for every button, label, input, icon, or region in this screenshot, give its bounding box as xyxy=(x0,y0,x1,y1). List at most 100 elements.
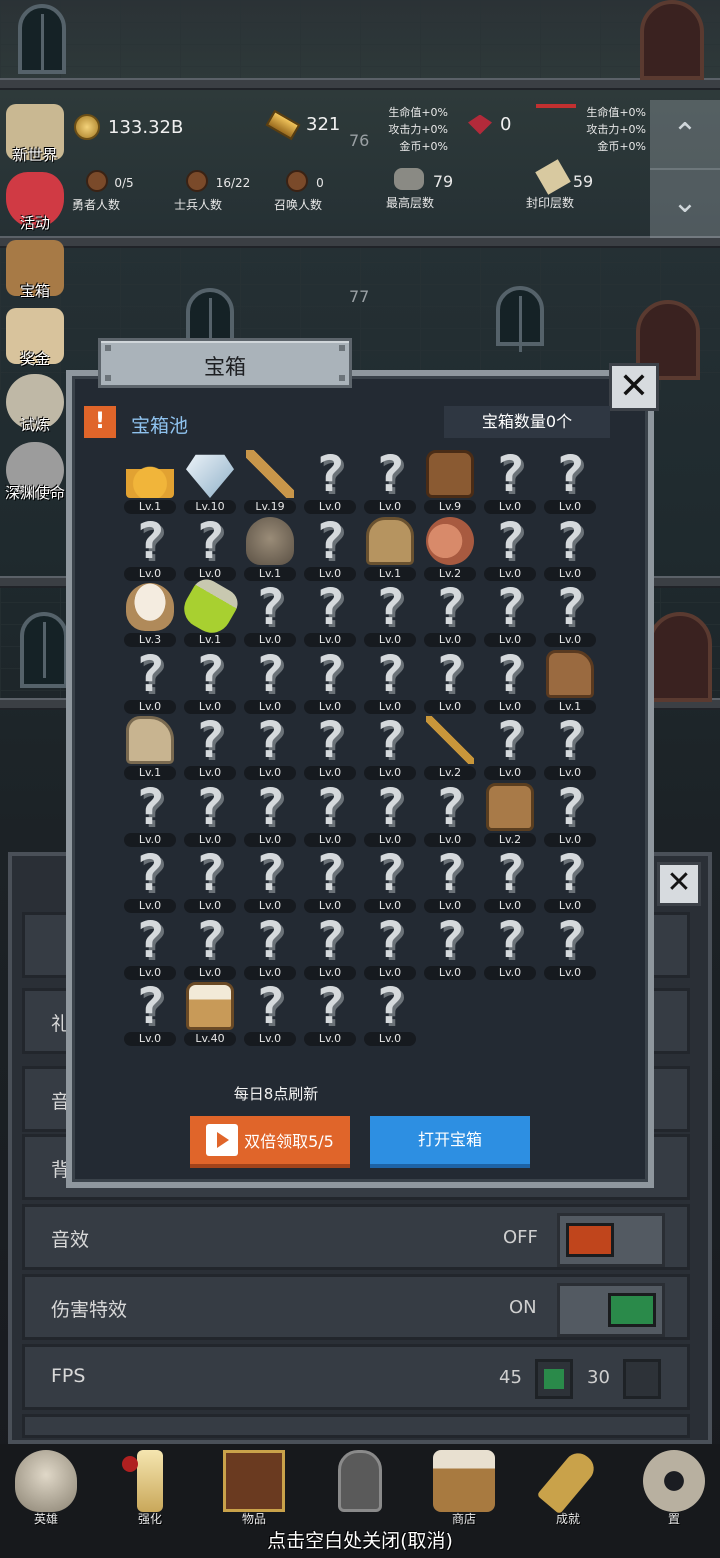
chest-item-slot[interactable]: ? Lv.0 xyxy=(480,449,540,516)
chest-item-slot[interactable]: ? Lv.0 xyxy=(180,848,240,915)
double-claim-button[interactable]: 双倍领取5/5 xyxy=(190,1116,350,1168)
chest-item-slot[interactable]: ? Lv.0 xyxy=(180,782,240,849)
scroll-down-button[interactable]: ⌄ xyxy=(650,168,720,238)
chest-item-slot[interactable]: ? Lv.0 xyxy=(120,915,180,982)
chest-item-slot[interactable]: ? Lv.0 xyxy=(240,915,300,982)
chest-item-slot[interactable]: Lv.1 xyxy=(120,716,180,782)
nav-shop[interactable]: 商店 xyxy=(424,1450,504,1527)
chest-item-slot[interactable]: ? Lv.0 xyxy=(300,848,360,915)
chest-item-slot[interactable]: Lv.2 xyxy=(480,782,540,849)
item-level-label: Lv.0 xyxy=(484,965,536,980)
unknown-icon: ? xyxy=(134,644,166,703)
chest-item-slot[interactable]: ? Lv.0 xyxy=(240,981,300,1048)
chest-item-slot[interactable]: ? Lv.0 xyxy=(420,782,480,849)
chest-item-slot[interactable]: ? Lv.0 xyxy=(300,782,360,849)
unknown-icon: ? xyxy=(494,711,526,769)
side-item-chest[interactable]: 宝箱 xyxy=(0,240,70,301)
nav-achievements[interactable]: 成就 xyxy=(528,1447,608,1527)
chest-item-slot[interactable]: ? Lv.0 xyxy=(360,582,420,649)
hero-count-label: 勇者人数 xyxy=(71,198,120,212)
chest-item-slot[interactable]: Lv.9 xyxy=(420,450,480,516)
fps-option-45[interactable] xyxy=(535,1359,573,1399)
chest-item-slot[interactable]: ? Lv.0 xyxy=(540,915,600,982)
chest-item-slot[interactable]: ? Lv.0 xyxy=(120,516,180,583)
settings-close-button[interactable]: ✕ xyxy=(657,862,701,906)
chest-item-slot[interactable]: ? Lv.0 xyxy=(240,782,300,849)
chest-item-slot[interactable]: Lv.1 xyxy=(360,516,420,583)
chest-item-slot[interactable]: ? Lv.0 xyxy=(240,848,300,915)
chest-item-slot[interactable]: ? Lv.0 xyxy=(240,649,300,716)
chest-item-slot[interactable]: ? Lv.0 xyxy=(540,516,600,583)
nav-settings[interactable]: 置 xyxy=(634,1450,714,1527)
chest-item-slot[interactable]: ? Lv.0 xyxy=(240,715,300,782)
chest-item-slot[interactable]: ? Lv.0 xyxy=(180,516,240,583)
chest-item-slot[interactable]: ? Lv.0 xyxy=(480,711,540,782)
tap-to-close-hint[interactable]: 点击空白处关闭(取消) xyxy=(0,1526,720,1553)
side-item-bonus[interactable]: 奖金 xyxy=(0,308,70,369)
chest-item-slot[interactable]: ? Lv.0 xyxy=(120,782,180,849)
dialog-close-button[interactable]: ✕ xyxy=(609,363,659,411)
chest-item-slot[interactable]: ? Lv.0 xyxy=(540,449,600,516)
chest-item-slot[interactable]: ? Lv.0 xyxy=(180,915,240,982)
chest-item-slot[interactable]: Lv.1 xyxy=(540,649,600,716)
chest-item-slot[interactable]: ? Lv.0 xyxy=(360,981,420,1048)
scroll-up-button[interactable]: ⌃ xyxy=(650,100,720,170)
chest-item-slot[interactable]: ? Lv.0 xyxy=(120,848,180,915)
chest-item-slot[interactable]: ? Lv.0 xyxy=(480,582,540,649)
chest-item-slot[interactable]: Lv.3 xyxy=(120,583,180,649)
chest-item-slot[interactable]: ? Lv.0 xyxy=(240,582,300,649)
chest-item-slot[interactable]: ? Lv.0 xyxy=(420,582,480,649)
side-item-events[interactable]: 活动 xyxy=(0,172,70,233)
fps-option-30[interactable] xyxy=(623,1359,661,1399)
chest-item-slot[interactable]: Lv.10 xyxy=(180,450,240,516)
chest-item-slot[interactable]: ? Lv.0 xyxy=(420,915,480,982)
chest-item-slot[interactable]: Lv.1 xyxy=(240,516,300,583)
chest-item-slot[interactable]: ? Lv.0 xyxy=(300,715,360,782)
chest-item-slot[interactable]: ? Lv.0 xyxy=(360,649,420,716)
open-chest-button[interactable]: 打开宝箱 xyxy=(370,1116,530,1168)
unknown-icon: ? xyxy=(554,777,586,836)
chest-item-slot[interactable]: ? Lv.0 xyxy=(420,649,480,716)
chest-item-slot[interactable]: ? Lv.0 xyxy=(180,715,240,782)
chest-item-slot[interactable]: ? Lv.0 xyxy=(540,582,600,649)
chest-item-slot[interactable]: ? Lv.0 xyxy=(540,715,600,782)
chest-item-slot[interactable]: ? Lv.0 xyxy=(360,782,420,849)
side-item-abyss[interactable]: 深渊使命 xyxy=(0,442,70,503)
chest-item-slot[interactable]: Lv.2 xyxy=(420,716,480,782)
chest-item-slot[interactable]: ? Lv.0 xyxy=(300,582,360,649)
chest-item-slot[interactable]: ? Lv.0 xyxy=(540,777,600,849)
chest-item-slot[interactable]: ? Lv.0 xyxy=(180,649,240,716)
damage-fx-toggle[interactable] xyxy=(557,1283,665,1337)
nav-lantern[interactable] xyxy=(320,1450,400,1512)
chest-count: 宝箱数量0个 xyxy=(444,406,610,438)
chest-item-slot[interactable]: Lv.2 xyxy=(420,516,480,583)
crown-icon xyxy=(126,450,174,498)
chest-item-slot[interactable]: ? Lv.0 xyxy=(360,449,420,516)
chest-item-slot[interactable]: ? Lv.0 xyxy=(360,915,420,982)
chest-item-slot[interactable]: ? Lv.0 xyxy=(540,848,600,915)
chest-item-slot[interactable]: ? Lv.0 xyxy=(480,649,540,716)
nav-items[interactable]: 物品 xyxy=(214,1450,294,1527)
chest-item-slot[interactable]: ? Lv.0 xyxy=(300,915,360,982)
side-item-trial[interactable]: 试炼 xyxy=(0,374,70,435)
chest-item-slot[interactable]: ? Lv.0 xyxy=(300,649,360,716)
chest-item-slot[interactable]: ? Lv.0 xyxy=(480,848,540,915)
chest-item-slot[interactable]: ? Lv.0 xyxy=(480,516,540,583)
skull-icon xyxy=(15,1450,77,1512)
chest-item-slot[interactable]: ? Lv.0 xyxy=(480,915,540,982)
chest-item-slot[interactable]: ? Lv.0 xyxy=(120,981,180,1048)
side-item-new-world[interactable]: 新世界 xyxy=(0,104,70,165)
nav-heroes[interactable]: 英雄 xyxy=(6,1450,86,1527)
sound-toggle[interactable] xyxy=(557,1213,665,1267)
chest-item-slot[interactable]: Lv.19 xyxy=(240,450,300,516)
chest-item-slot[interactable]: ? Lv.0 xyxy=(300,449,360,516)
chest-item-slot[interactable]: ? Lv.0 xyxy=(300,516,360,583)
chest-item-slot[interactable]: ? Lv.0 xyxy=(360,848,420,915)
chest-item-slot[interactable]: ? Lv.0 xyxy=(360,715,420,782)
chest-item-slot[interactable]: ? Lv.0 xyxy=(420,848,480,915)
chest-item-slot[interactable]: ? Lv.0 xyxy=(120,644,180,716)
chest-item-slot[interactable]: Lv.1 xyxy=(120,450,180,516)
chest-item-slot[interactable]: Lv.40 xyxy=(180,982,240,1048)
chest-item-slot[interactable]: ? Lv.0 xyxy=(300,981,360,1048)
chest-item-slot[interactable]: Lv.1 xyxy=(177,574,243,649)
